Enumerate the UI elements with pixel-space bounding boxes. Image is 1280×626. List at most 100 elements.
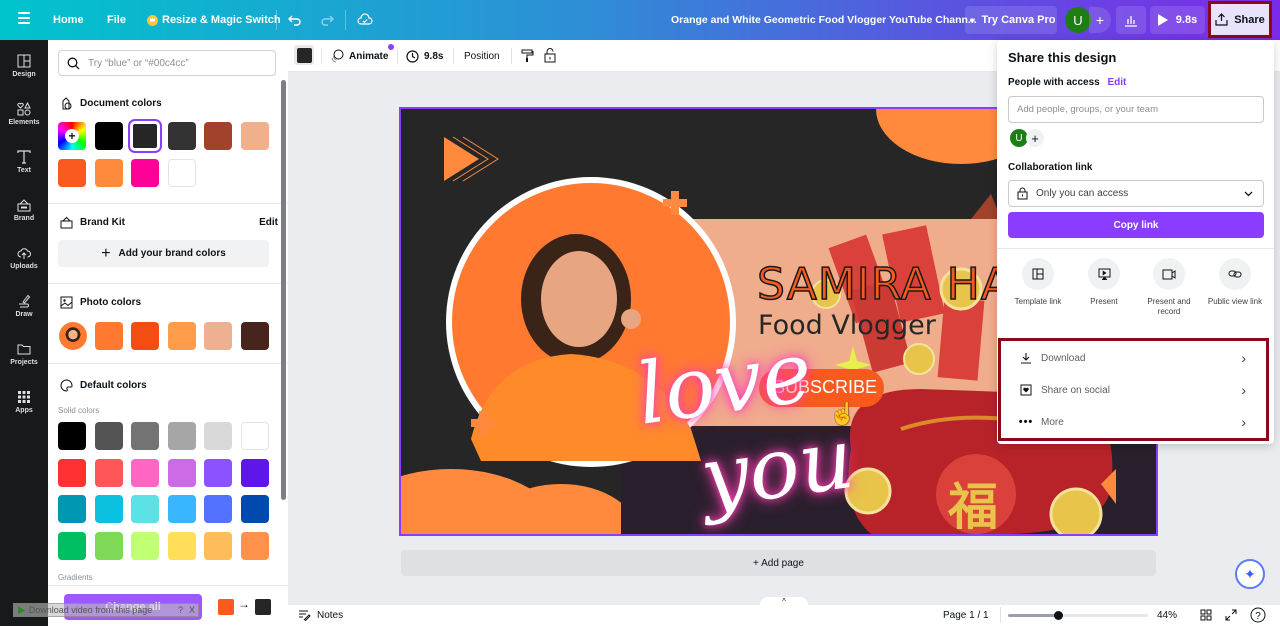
document-color-swatch[interactable] <box>58 159 86 187</box>
solid-color-swatch[interactable] <box>131 495 159 523</box>
solid-color-swatch[interactable] <box>94 458 123 487</box>
duration-button[interactable]: 9.8s <box>406 46 443 66</box>
rail-item-draw[interactable]: Draw <box>0 284 48 328</box>
paint-roller-icon[interactable] <box>521 49 534 63</box>
solid-color-swatch[interactable] <box>167 458 196 487</box>
overlay-close-button[interactable]: X <box>189 605 195 615</box>
solid-color-swatch[interactable] <box>58 422 86 450</box>
document-color-swatch[interactable] <box>94 122 123 150</box>
animate-button[interactable]: Animate <box>330 44 395 66</box>
zoom-level[interactable]: 44% <box>1157 610 1177 621</box>
solid-color-swatch[interactable] <box>94 531 123 560</box>
photo-thumbnail[interactable] <box>59 322 87 350</box>
download-video-overlay[interactable]: ▶ Download video from this page ? X <box>13 603 199 617</box>
undo-icon[interactable] <box>288 13 302 27</box>
solid-color-swatch[interactable] <box>58 495 86 523</box>
magic-assistant-button[interactable]: ✦ <box>1235 559 1265 589</box>
photo-color-swatch[interactable] <box>94 322 123 350</box>
rail-item-elements[interactable]: Elements <box>0 92 48 136</box>
redo-icon[interactable] <box>320 13 334 27</box>
rail-item-uploads[interactable]: Uploads <box>0 236 48 280</box>
page-indicator[interactable]: Page 1 / 1 <box>943 610 989 621</box>
insights-button[interactable] <box>1116 6 1146 34</box>
solid-color-swatch[interactable] <box>167 495 196 523</box>
document-color-swatch[interactable] <box>167 159 196 187</box>
unlock-icon[interactable] <box>544 48 556 63</box>
grid-view-icon[interactable] <box>1200 609 1212 621</box>
zoom-slider-handle[interactable] <box>1054 611 1064 620</box>
try-canva-pro-button[interactable]: Try Canva Pro <box>965 6 1057 34</box>
add-page-button[interactable]: + Add page <box>401 550 1156 576</box>
rail-item-projects[interactable]: Projects <box>0 332 48 376</box>
document-color-swatch[interactable] <box>131 159 159 187</box>
position-button[interactable]: Position <box>464 46 500 66</box>
invite-button[interactable]: + <box>1089 7 1111 33</box>
zoom-slider[interactable] <box>1008 611 1148 620</box>
rail-item-brand[interactable]: Brand <box>0 188 48 232</box>
channel-name-text[interactable]: SAMIRA HA <box>756 258 1012 311</box>
solid-color-swatch[interactable] <box>204 495 232 523</box>
shapes-icon <box>17 102 31 116</box>
document-color-swatch[interactable] <box>240 122 269 150</box>
solid-color-swatch[interactable] <box>240 495 269 523</box>
share-button[interactable]: Share <box>1208 1 1272 38</box>
hamburger-menu-button[interactable] <box>18 12 30 24</box>
cloud-saved-icon[interactable] <box>357 12 373 28</box>
rail-item-text[interactable]: Text <box>0 140 48 184</box>
document-color-swatch[interactable] <box>94 159 123 187</box>
solid-color-swatch[interactable] <box>204 422 232 450</box>
file-menu-button[interactable]: File <box>107 0 126 40</box>
public-view-link-option[interactable]: Public view link <box>1201 258 1269 307</box>
template-link-option[interactable]: Template link <box>1005 258 1071 307</box>
present-and-record-option[interactable]: Present and record <box>1136 258 1202 317</box>
photo-color-swatch[interactable] <box>240 322 269 350</box>
overlay-help-button[interactable]: ? <box>178 605 183 615</box>
rail-item-design[interactable]: Design <box>0 44 48 88</box>
add-brand-colors-button[interactable]: + Add your brand colors <box>58 240 269 267</box>
solid-color-swatch[interactable] <box>58 458 86 487</box>
add-people-input[interactable]: Add people, groups, or your team <box>1008 96 1264 123</box>
document-color-swatch[interactable] <box>128 119 162 153</box>
more-menu-item[interactable]: ••• More › <box>1001 406 1266 438</box>
resize-magic-switch-button[interactable]: Resize & Magic Switch <box>147 0 281 40</box>
solid-color-swatch[interactable] <box>240 458 269 487</box>
add-color-button[interactable]: + <box>58 122 86 150</box>
copy-link-button[interactable]: Copy link <box>1008 212 1264 238</box>
background-color-button[interactable] <box>294 45 314 65</box>
present-option[interactable]: Present <box>1071 258 1137 307</box>
solid-color-swatch[interactable] <box>240 422 269 450</box>
option-label: Public view link <box>1207 297 1263 306</box>
solid-color-swatch[interactable] <box>131 458 159 487</box>
photo-color-swatch[interactable] <box>167 322 196 350</box>
rail-item-apps[interactable]: Apps <box>0 380 48 424</box>
solid-color-swatch[interactable] <box>131 422 159 450</box>
brand-kit-edit-link[interactable]: Edit <box>259 217 278 228</box>
solid-color-swatch[interactable] <box>131 531 159 560</box>
document-color-swatch[interactable] <box>204 122 232 150</box>
user-avatar[interactable]: U <box>1065 7 1091 33</box>
solid-color-swatch[interactable] <box>167 422 196 450</box>
fullscreen-icon[interactable] <box>1225 609 1237 621</box>
photo-color-swatch[interactable] <box>204 322 232 350</box>
share-on-social-menu-item[interactable]: Share on social › <box>1001 374 1266 406</box>
photo-color-swatch[interactable] <box>131 322 159 350</box>
solid-color-swatch[interactable] <box>58 531 86 560</box>
design-title[interactable]: Orange and White Geometric Food Vlogger … <box>671 0 977 40</box>
help-icon[interactable]: ? <box>1250 607 1266 623</box>
panel-scrollbar[interactable] <box>281 80 286 500</box>
download-menu-item[interactable]: Download › <box>1001 342 1266 374</box>
add-collaborator-button[interactable]: + <box>1026 129 1044 147</box>
notes-button[interactable]: Notes <box>298 610 343 621</box>
access-level-select[interactable]: Only you can access <box>1008 180 1264 207</box>
solid-color-swatch[interactable] <box>94 422 123 450</box>
solid-color-swatch[interactable] <box>240 531 269 560</box>
people-edit-link[interactable]: Edit <box>1108 77 1127 88</box>
home-button[interactable]: Home <box>53 0 84 40</box>
solid-color-swatch[interactable] <box>167 531 196 560</box>
solid-color-swatch[interactable] <box>204 458 232 487</box>
solid-color-swatch[interactable] <box>94 495 123 523</box>
solid-color-swatch[interactable] <box>204 531 232 560</box>
play-button[interactable]: 9.8s <box>1150 6 1205 34</box>
document-color-swatch[interactable] <box>167 122 196 150</box>
color-search-input[interactable]: Try “blue” or “#00c4cc” <box>58 50 276 76</box>
